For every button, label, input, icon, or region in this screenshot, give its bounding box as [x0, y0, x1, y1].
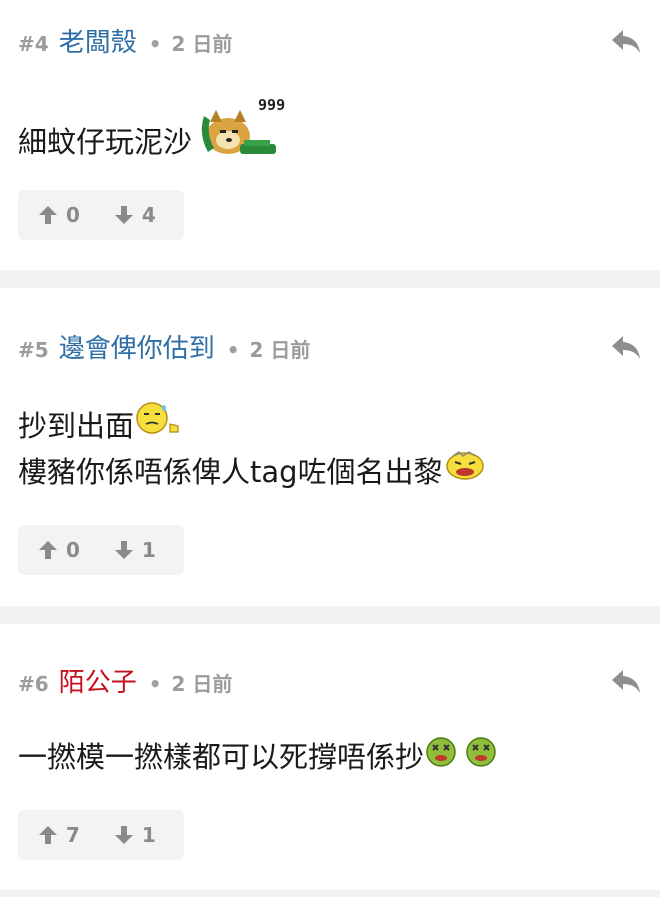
- emoji-badge-text: 999: [258, 96, 286, 114]
- downvote-button[interactable]: 4: [114, 203, 156, 227]
- upvote-count: 7: [66, 823, 80, 847]
- vote-bar: 0 4: [18, 190, 184, 240]
- separator-dot: •: [148, 32, 162, 56]
- post-6: #6 陌公子 • 2 日前 一撚模一撚樣都可以死撐唔係抄 7 1: [0, 624, 660, 890]
- downvote-count: 4: [141, 203, 156, 227]
- downvote-button[interactable]: 1: [114, 823, 156, 847]
- reply-icon[interactable]: [610, 332, 642, 362]
- post-time: 2 日前: [171, 32, 233, 56]
- author-name[interactable]: 陌公子: [59, 662, 137, 699]
- post-content-line: 一撚模一撚樣都可以死撐唔係抄: [18, 734, 498, 776]
- post-number: #5: [18, 338, 49, 362]
- downvote-count: 1: [141, 823, 156, 847]
- separator-dot: •: [148, 672, 162, 696]
- downvote-button[interactable]: 1: [114, 538, 156, 562]
- post-header: #5 邊會俾你估到 • 2 日前: [18, 328, 310, 365]
- thumb-down-arrow-icon: [114, 826, 133, 844]
- post-4: #4 老闆殼 • 2 日前 細蚊仔玩泥沙 999 0 4: [0, 0, 660, 270]
- vote-bar: 7 1: [18, 810, 184, 860]
- post-number: #6: [18, 672, 49, 696]
- post-text: 細蚊仔玩泥沙: [18, 125, 193, 159]
- post-header: #4 老闆殼 • 2 日前: [18, 22, 232, 59]
- reply-icon[interactable]: [610, 666, 642, 696]
- downvote-count: 1: [141, 538, 156, 562]
- post-time: 2 日前: [171, 672, 233, 696]
- vomit-emoji: [443, 448, 487, 491]
- upvote-count: 0: [66, 203, 80, 227]
- post-number: #4: [18, 32, 49, 56]
- sick-face-emoji: [464, 735, 498, 776]
- post-5: #5 邊會俾你估到 • 2 日前 抄到出面 樓豬你係唔係俾人tag咗個名出黎 0…: [0, 288, 660, 606]
- author-name[interactable]: 邊會俾你估到: [59, 328, 215, 365]
- post-content-line: 抄到出面: [18, 400, 182, 447]
- upvote-button[interactable]: 0: [38, 203, 80, 227]
- post-text: 抄到出面: [18, 408, 135, 443]
- separator-dot: •: [226, 338, 240, 362]
- dog-phone-emoji: 999: [196, 96, 296, 168]
- thumb-down-arrow-icon: [114, 541, 133, 559]
- sweat-thumb-emoji: [134, 400, 182, 447]
- post-text: 樓豬你係唔係俾人tag咗個名出黎: [18, 454, 443, 489]
- thumb-up-arrow-icon: [39, 826, 57, 844]
- reply-icon[interactable]: [610, 26, 642, 56]
- sick-face-emoji: [424, 735, 458, 776]
- author-name[interactable]: 老闆殼: [59, 22, 137, 59]
- thumb-up-arrow-icon: [39, 206, 57, 224]
- thumb-down-arrow-icon: [114, 206, 133, 224]
- post-text: 一撚模一撚樣都可以死撐唔係抄: [18, 740, 425, 774]
- upvote-button[interactable]: 0: [38, 538, 80, 562]
- upvote-count: 0: [66, 538, 80, 562]
- post-time: 2 日前: [249, 338, 311, 362]
- post-header: #6 陌公子 • 2 日前: [18, 662, 232, 699]
- thumb-up-arrow-icon: [39, 541, 57, 559]
- upvote-button[interactable]: 7: [38, 823, 80, 847]
- post-content-line: 樓豬你係唔係俾人tag咗個名出黎: [18, 448, 487, 491]
- vote-bar: 0 1: [18, 525, 184, 575]
- post-content-line: 細蚊仔玩泥沙 999: [18, 96, 296, 168]
